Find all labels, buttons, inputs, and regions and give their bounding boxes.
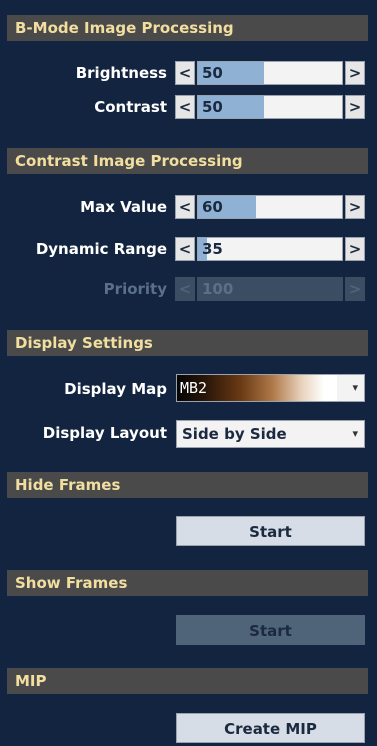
brightness-increase-button[interactable]: > — [345, 61, 365, 85]
colormap-swatch: MB2 — [177, 375, 337, 401]
brightness-slider[interactable]: < 50 > — [175, 61, 365, 85]
display-layout-value: Side by Side — [182, 425, 287, 443]
contrast-value: 50 — [202, 98, 223, 116]
contrast-decrease-button[interactable]: < — [175, 95, 195, 119]
brightness-decrease-button[interactable]: < — [175, 61, 195, 85]
priority-track: 100 — [197, 277, 343, 301]
chevron-down-icon[interactable]: ▾ — [352, 421, 358, 447]
section-title: Display Settings — [15, 334, 153, 352]
brightness-label: Brightness — [75, 64, 167, 82]
contrast-label: Contrast — [94, 98, 167, 116]
max-value-decrease-button[interactable]: < — [175, 195, 195, 219]
display-layout-select[interactable]: Side by Side ▾ — [176, 420, 365, 448]
hide-frames-start-button[interactable]: Start — [176, 516, 365, 546]
priority-value: 100 — [202, 280, 234, 298]
contrast-increase-button[interactable]: > — [345, 95, 365, 119]
section-header-hide-frames: Hide Frames — [7, 472, 368, 498]
dynamic-range-slider[interactable]: < 35 > — [175, 237, 365, 261]
chevron-down-icon[interactable]: ▾ — [352, 375, 358, 401]
brightness-track[interactable]: 50 — [197, 61, 343, 85]
dynamic-range-increase-button[interactable]: > — [345, 237, 365, 261]
max-value-label: Max Value — [80, 198, 167, 216]
contrast-track[interactable]: 50 — [197, 95, 343, 119]
display-map-select[interactable]: MB2 ▾ — [176, 374, 365, 402]
section-title: Show Frames — [15, 574, 128, 592]
priority-increase-button: > — [345, 277, 365, 301]
section-title: MIP — [15, 672, 47, 690]
max-value-increase-button[interactable]: > — [345, 195, 365, 219]
contrast-slider[interactable]: < 50 > — [175, 95, 365, 119]
section-header-show-frames: Show Frames — [7, 570, 368, 596]
display-map-label: Display Map — [64, 380, 167, 398]
dynamic-range-decrease-button[interactable]: < — [175, 237, 195, 261]
section-header-bmode: B-Mode Image Processing — [7, 15, 368, 41]
brightness-value: 50 — [202, 64, 223, 82]
max-value-value: 60 — [202, 198, 223, 216]
display-layout-label: Display Layout — [42, 424, 167, 442]
section-header-display: Display Settings — [7, 330, 368, 356]
show-frames-start-button: Start — [176, 615, 365, 645]
dynamic-range-label: Dynamic Range — [35, 240, 167, 258]
create-mip-button[interactable]: Create MIP — [176, 713, 365, 743]
section-title: B-Mode Image Processing — [15, 19, 234, 37]
priority-label: Priority — [103, 280, 167, 298]
max-value-track[interactable]: 60 — [197, 195, 343, 219]
display-map-value: MB2 — [180, 379, 208, 397]
max-value-slider[interactable]: < 60 > — [175, 195, 365, 219]
section-header-contrast: Contrast Image Processing — [7, 148, 368, 174]
priority-decrease-button: < — [175, 277, 195, 301]
dynamic-range-value: 35 — [202, 240, 223, 258]
section-title: Hide Frames — [15, 476, 121, 494]
section-header-mip: MIP — [7, 668, 368, 694]
priority-slider: < 100 > — [175, 277, 365, 301]
section-title: Contrast Image Processing — [15, 152, 243, 170]
dynamic-range-track[interactable]: 35 — [197, 237, 343, 261]
